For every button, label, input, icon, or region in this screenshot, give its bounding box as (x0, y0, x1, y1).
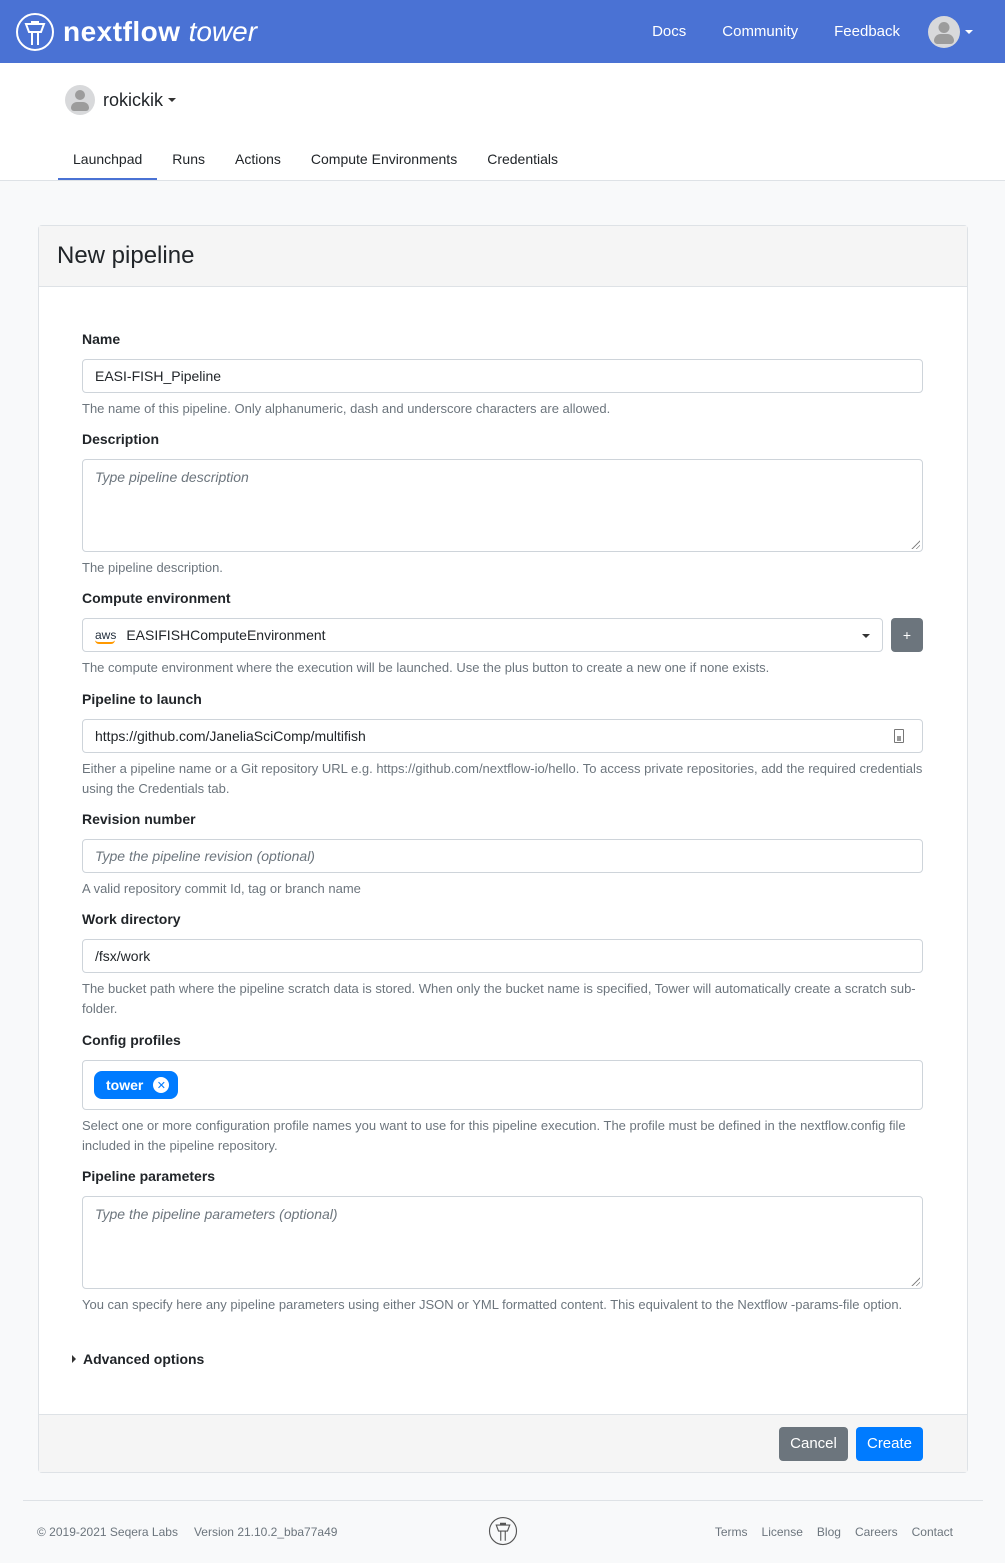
params-textarea[interactable]: Type the pipeline parameters (optional) (82, 1196, 923, 1289)
name-group: Name EASI-FISH_Pipeline The name of this… (82, 331, 923, 419)
brand-product: tower (188, 15, 258, 47)
advanced-options-label: Advanced options (83, 1351, 205, 1367)
user-menu[interactable] (928, 15, 973, 48)
resize-handle-icon[interactable] (910, 539, 920, 549)
revision-help: A valid repository commit Id, tag or bra… (82, 881, 361, 896)
advanced-options-toggle[interactable]: Advanced options (72, 1351, 204, 1367)
cancel-button[interactable]: Cancel (779, 1426, 848, 1461)
new-pipeline-card: New pipeline Name EASI-FISH_Pipeline The… (38, 225, 968, 1473)
revision-group: Revision number Type the pipeline revisi… (82, 811, 923, 899)
workdir-input[interactable]: /fsx/work (82, 939, 923, 973)
nav-docs[interactable]: Docs (652, 23, 686, 40)
top-navbar: nextflow tower Docs Community Feedback (0, 0, 1005, 63)
org-selector[interactable]: rokickik (65, 85, 177, 115)
description-label: Description (82, 431, 160, 447)
description-textarea[interactable]: Type pipeline description (82, 459, 923, 552)
page-footer: © 2019-2021 Seqera Labs Version 21.10.2_b… (23, 1500, 983, 1563)
profiles-help: Select one or more configuration profile… (82, 1118, 906, 1153)
nav-feedback[interactable]: Feedback (834, 23, 900, 40)
resize-handle-icon[interactable] (910, 1276, 920, 1286)
name-label: Name (82, 331, 121, 347)
name-help: The name of this pipeline. Only alphanum… (82, 401, 611, 416)
description-placeholder: Type pipeline description (95, 469, 249, 485)
org-name: rokickik (103, 89, 164, 110)
card-footer: Cancel Create (39, 1414, 967, 1472)
tab-launchpad[interactable]: Launchpad (58, 151, 158, 180)
profiles-input[interactable]: tower ✕ (82, 1060, 923, 1110)
footer-terms[interactable]: Terms (715, 1525, 748, 1539)
compute-env-select[interactable]: aws EASIFISHComputeEnvironment (82, 618, 883, 652)
pipeline-group: Pipeline to launch https://github.com/Ja… (82, 691, 923, 799)
tab-actions[interactable]: Actions (220, 151, 296, 180)
caret-down-icon (168, 98, 177, 102)
compute-env-value: EASIFISHComputeEnvironment (126, 627, 326, 643)
chevron-down-icon (862, 634, 870, 638)
org-avatar-icon (65, 85, 95, 115)
profiles-label: Config profiles (82, 1032, 181, 1048)
description-group: Description Type pipeline description Th… (82, 431, 923, 578)
tower-logo-icon (16, 12, 54, 51)
workspace-tabs: Launchpad Runs Actions Compute Environme… (58, 151, 573, 180)
workdir-help: The bucket path where the pipeline scrat… (82, 981, 916, 1016)
nav-community[interactable]: Community (722, 23, 798, 40)
description-help: The pipeline description. (82, 560, 223, 575)
profile-tag: tower ✕ (94, 1071, 179, 1099)
compute-env-help: The compute environment where the execut… (82, 660, 770, 675)
tab-credentials[interactable]: Credentials (472, 151, 573, 180)
profile-tag-label: tower (106, 1077, 144, 1093)
card-header: New pipeline (39, 226, 967, 287)
footer-careers[interactable]: Careers (855, 1525, 898, 1539)
workdir-label: Work directory (82, 911, 181, 927)
pipeline-value: https://github.com/JaneliaSciComp/multif… (95, 728, 366, 744)
tab-runs[interactable]: Runs (157, 151, 220, 180)
footer-license[interactable]: License (762, 1525, 803, 1539)
copyright-text: © 2019-2021 Seqera Labs (37, 1525, 178, 1539)
workdir-group: Work directory /fsx/work The bucket path… (82, 911, 923, 1019)
create-button[interactable]: Create (856, 1426, 923, 1461)
top-nav-links: Docs Community Feedback (616, 15, 990, 48)
footer-blog[interactable]: Blog (817, 1525, 841, 1539)
compute-env-group: Compute environment aws EASIFISHComputeE… (82, 590, 923, 678)
name-input[interactable]: EASI-FISH_Pipeline (82, 359, 923, 393)
brand-name: nextflow (63, 15, 181, 47)
pipeline-label: Pipeline to launch (82, 691, 202, 707)
workspace-header: rokickik Launchpad Runs Actions Compute … (0, 63, 1005, 181)
revision-input[interactable]: Type the pipeline revision (optional) (82, 839, 923, 873)
version-text: Version 21.10.2_bba77a49 (193, 1525, 338, 1539)
page-title: New pipeline (57, 242, 195, 269)
pipeline-input[interactable]: https://github.com/JaneliaSciComp/multif… (82, 719, 923, 753)
clipboard-icon[interactable] (894, 729, 904, 743)
params-help: You can specify here any pipeline parame… (82, 1297, 903, 1312)
remove-tag-icon[interactable]: ✕ (153, 1077, 170, 1093)
add-compute-env-button[interactable]: + (891, 618, 923, 652)
aws-icon: aws (95, 628, 117, 644)
compute-env-label: Compute environment (82, 590, 231, 606)
params-placeholder: Type the pipeline parameters (optional) (95, 1206, 338, 1222)
footer-contact[interactable]: Contact (912, 1525, 953, 1539)
tab-compute-environments[interactable]: Compute Environments (296, 151, 472, 180)
footer-copyright: © 2019-2021 Seqera Labs Version 21.10.2_b… (37, 1525, 337, 1539)
params-label: Pipeline parameters (82, 1168, 216, 1184)
caret-down-icon (965, 29, 973, 34)
caret-right-icon (72, 1355, 76, 1363)
user-avatar-icon (928, 15, 960, 48)
params-group: Pipeline parameters Type the pipeline pa… (82, 1168, 923, 1315)
profiles-group: Config profiles tower ✕ Select one or mo… (82, 1032, 923, 1156)
footer-links: Terms License Blog Careers Contact (701, 1525, 953, 1539)
brand-logo[interactable]: nextflow tower (15, 12, 257, 52)
tower-logo-icon (488, 1516, 518, 1546)
pipeline-help: Either a pipeline name or a Git reposito… (82, 761, 923, 796)
revision-label: Revision number (82, 811, 196, 827)
